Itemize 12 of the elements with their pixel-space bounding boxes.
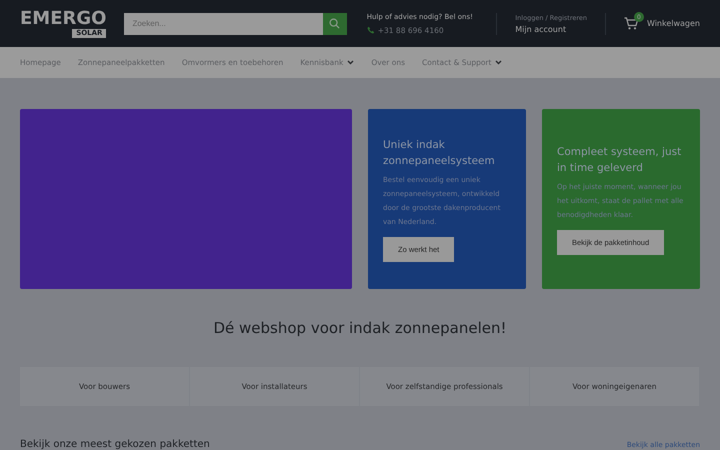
search-field[interactable]: Zoeken...	[124, 12, 323, 34]
logo-text: EMERGO	[20, 9, 106, 29]
card-title: Uniek indak zonnepaneelsysteem	[383, 138, 496, 168]
page-heading: Dé webshop voor indak zonnepanelen!	[212, 319, 508, 337]
section-title: Bekijk onze meest gekozen pakketten	[20, 439, 210, 450]
account-link[interactable]: Mijn account	[515, 24, 588, 34]
card-title: Compleet systeem, just in time geleverd	[557, 144, 682, 176]
cart-icon[interactable]	[624, 17, 639, 30]
cart-link[interactable]: Winkelwagen	[646, 19, 700, 28]
phone-icon	[366, 26, 375, 34]
search-button[interactable]	[322, 12, 347, 34]
search-icon	[329, 18, 340, 29]
